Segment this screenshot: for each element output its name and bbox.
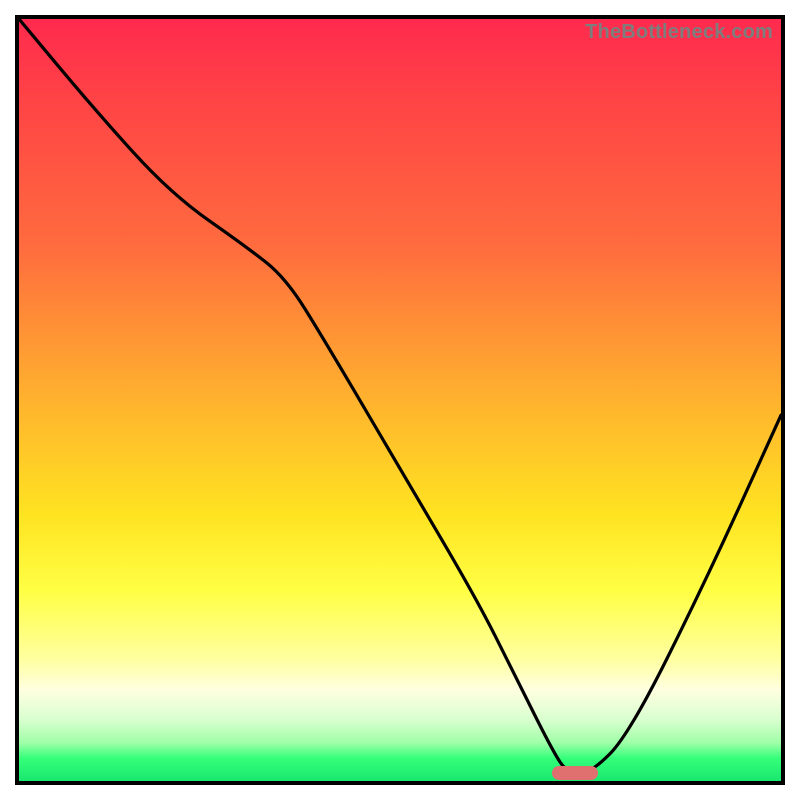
- chart-frame: TheBottleneck.com: [15, 15, 785, 785]
- bottleneck-curve: [19, 19, 781, 781]
- optimal-marker: [552, 766, 598, 780]
